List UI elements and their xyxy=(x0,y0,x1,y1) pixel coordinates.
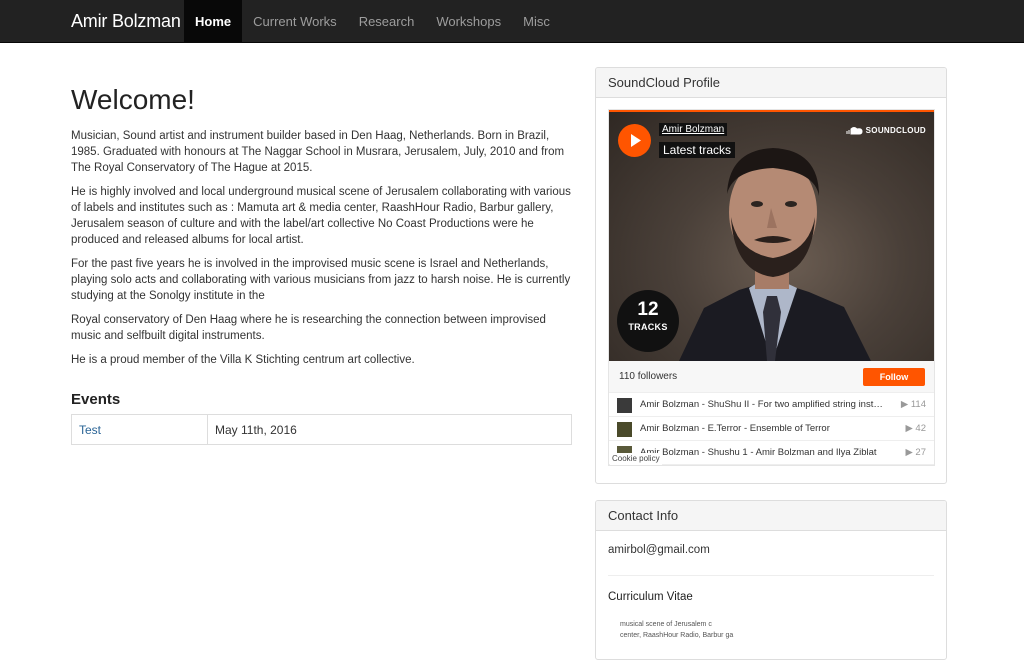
nav-home[interactable]: Home xyxy=(184,0,243,42)
play-icon xyxy=(631,134,641,147)
nav-current-works[interactable]: Current Works xyxy=(242,0,348,42)
bio-text: Musician, Sound artist and instrument bu… xyxy=(71,128,573,376)
track-plays: ▶ 114 xyxy=(900,399,926,410)
bio-paragraph: He is highly involved and local undergro… xyxy=(71,186,571,246)
soundcloud-widget: Amir Bolzman Latest tracks SOUNDCLOUD 12… xyxy=(608,109,935,466)
track-plays-count: 42 xyxy=(915,423,926,434)
contact-panel: Contact Info amirbol@gmail.com Curriculu… xyxy=(595,500,947,660)
followers-count: 110 followers xyxy=(619,371,678,382)
event-link[interactable]: Test xyxy=(79,423,101,437)
followers-bar: 110 followers Follow xyxy=(609,361,934,393)
track-title: Amir Bolzman - Shushu 1 - Amir Bolzman a… xyxy=(640,447,877,458)
soundcloud-panel-heading: SoundCloud Profile xyxy=(596,68,946,98)
event-date-cell: May 11th, 2016 xyxy=(207,414,572,445)
track-plays: ▶ 42 xyxy=(905,423,926,434)
table-row: Test May 11th, 2016 xyxy=(71,414,572,445)
divider xyxy=(608,575,934,576)
track-thumbnail xyxy=(617,398,632,413)
artist-link[interactable]: Amir Bolzman xyxy=(659,123,728,136)
bio-paragraph: Musician, Sound artist and instrument bu… xyxy=(71,130,565,174)
track-plays-count: 114 xyxy=(910,399,926,410)
contact-email: amirbol@gmail.com xyxy=(608,544,710,556)
bio-paragraph: He is a proud member of the Villa K Stic… xyxy=(71,354,415,366)
track-thumbnail xyxy=(617,422,632,437)
track-title: Amir Bolzman - ShuShu II - For two ampli… xyxy=(640,399,885,410)
soundcloud-panel: SoundCloud Profile Amir Bolzman Latest t… xyxy=(595,67,947,484)
nav-menu: Home Current Works Research Workshops Mi… xyxy=(184,0,561,42)
cv-preview[interactable]: musical scene of Jerusalem c center, Raa… xyxy=(620,619,733,641)
tracks-count-badge: 12 TRACKS xyxy=(617,290,679,352)
cloud-icon xyxy=(846,127,863,135)
event-name-cell: Test xyxy=(71,414,208,445)
page-title: Welcome! xyxy=(71,84,195,115)
playlist-title: Latest tracks xyxy=(659,142,736,158)
cookie-policy-link[interactable]: Cookie policy xyxy=(610,453,662,465)
track-plays: ▶ 27 xyxy=(905,447,926,458)
contact-panel-heading: Contact Info xyxy=(596,501,946,531)
play-button[interactable] xyxy=(618,124,651,157)
tracks-label: TRACKS xyxy=(628,322,668,332)
cv-preview-line: musical scene of Jerusalem c xyxy=(620,621,712,628)
navbar: Amir Bolzman Home Current Works Research… xyxy=(0,0,1024,43)
track-item[interactable]: Amir Bolzman - ShuShu II - For two ampli… xyxy=(609,393,934,417)
track-title: Amir Bolzman - E.Terror - Ensemble of Te… xyxy=(640,423,830,434)
nav-misc[interactable]: Misc xyxy=(512,0,561,42)
events-heading: Events xyxy=(71,391,121,408)
soundcloud-logo[interactable]: SOUNDCLOUD xyxy=(845,126,926,135)
soundcloud-logo-text: SOUNDCLOUD xyxy=(865,126,926,135)
bio-paragraph: Royal conservatory of Den Haag where he … xyxy=(71,314,546,342)
nav-workshops[interactable]: Workshops xyxy=(425,0,512,42)
track-plays-count: 27 xyxy=(915,447,926,458)
track-item[interactable]: Amir Bolzman - E.Terror - Ensemble of Te… xyxy=(609,417,934,441)
nav-research[interactable]: Research xyxy=(348,0,426,42)
bio-paragraph: For the past five years he is involved i… xyxy=(71,258,571,302)
cv-preview-line: center, RaashHour Radio, Barbur ga xyxy=(620,632,734,639)
cv-title: Curriculum Vitae xyxy=(608,591,693,603)
brand-link[interactable]: Amir Bolzman xyxy=(71,0,181,42)
artist-artwork[interactable]: Amir Bolzman Latest tracks SOUNDCLOUD 12… xyxy=(609,112,934,361)
follow-button[interactable]: Follow xyxy=(863,368,925,386)
tracks-count: 12 xyxy=(637,299,659,320)
events-table: Test May 11th, 2016 xyxy=(71,414,572,445)
